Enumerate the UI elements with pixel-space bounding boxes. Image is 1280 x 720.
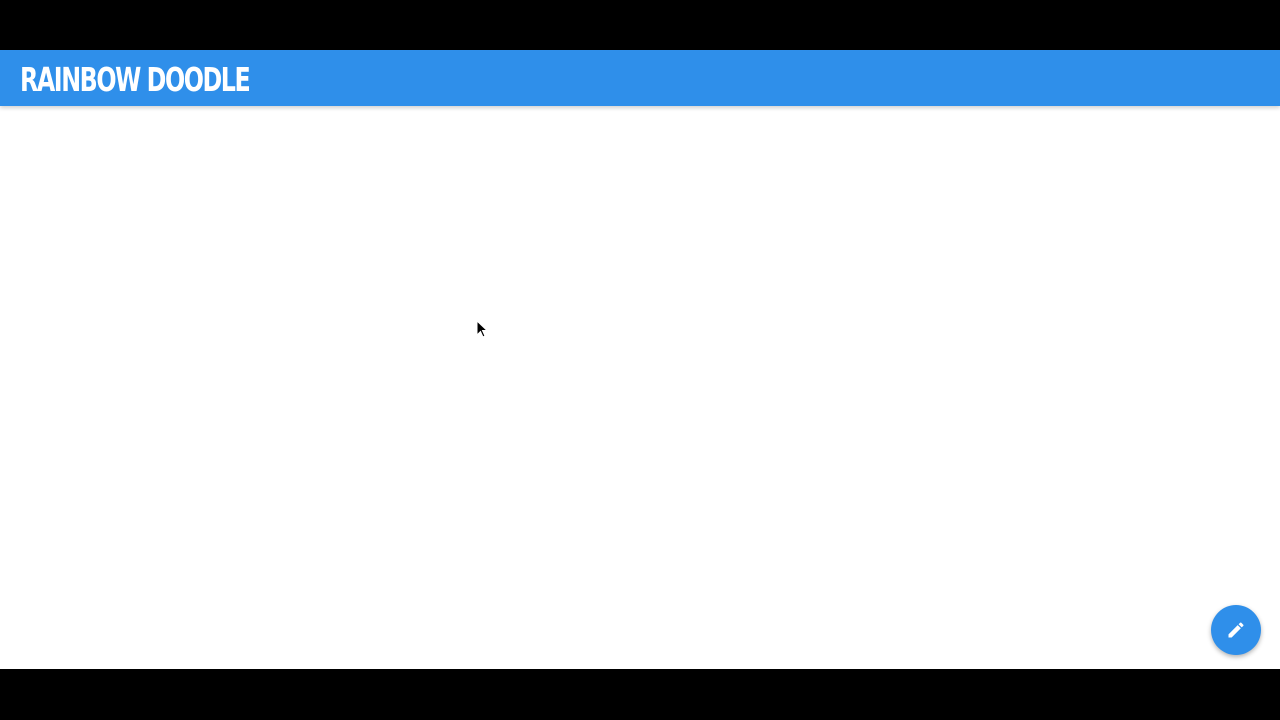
app-title: RAINBOW DOODLE [20, 60, 251, 99]
app-bar: RAINBOW DOODLE [0, 50, 1280, 106]
pencil-icon [1228, 622, 1244, 638]
letterbox-bottom [0, 669, 1280, 720]
app-window: RAINBOW DOODLE [0, 50, 1280, 669]
drawing-canvas[interactable] [0, 106, 1280, 669]
letterbox-top [0, 0, 1280, 50]
mouse-cursor-icon [476, 320, 488, 338]
draw-fab-button[interactable] [1211, 605, 1261, 655]
